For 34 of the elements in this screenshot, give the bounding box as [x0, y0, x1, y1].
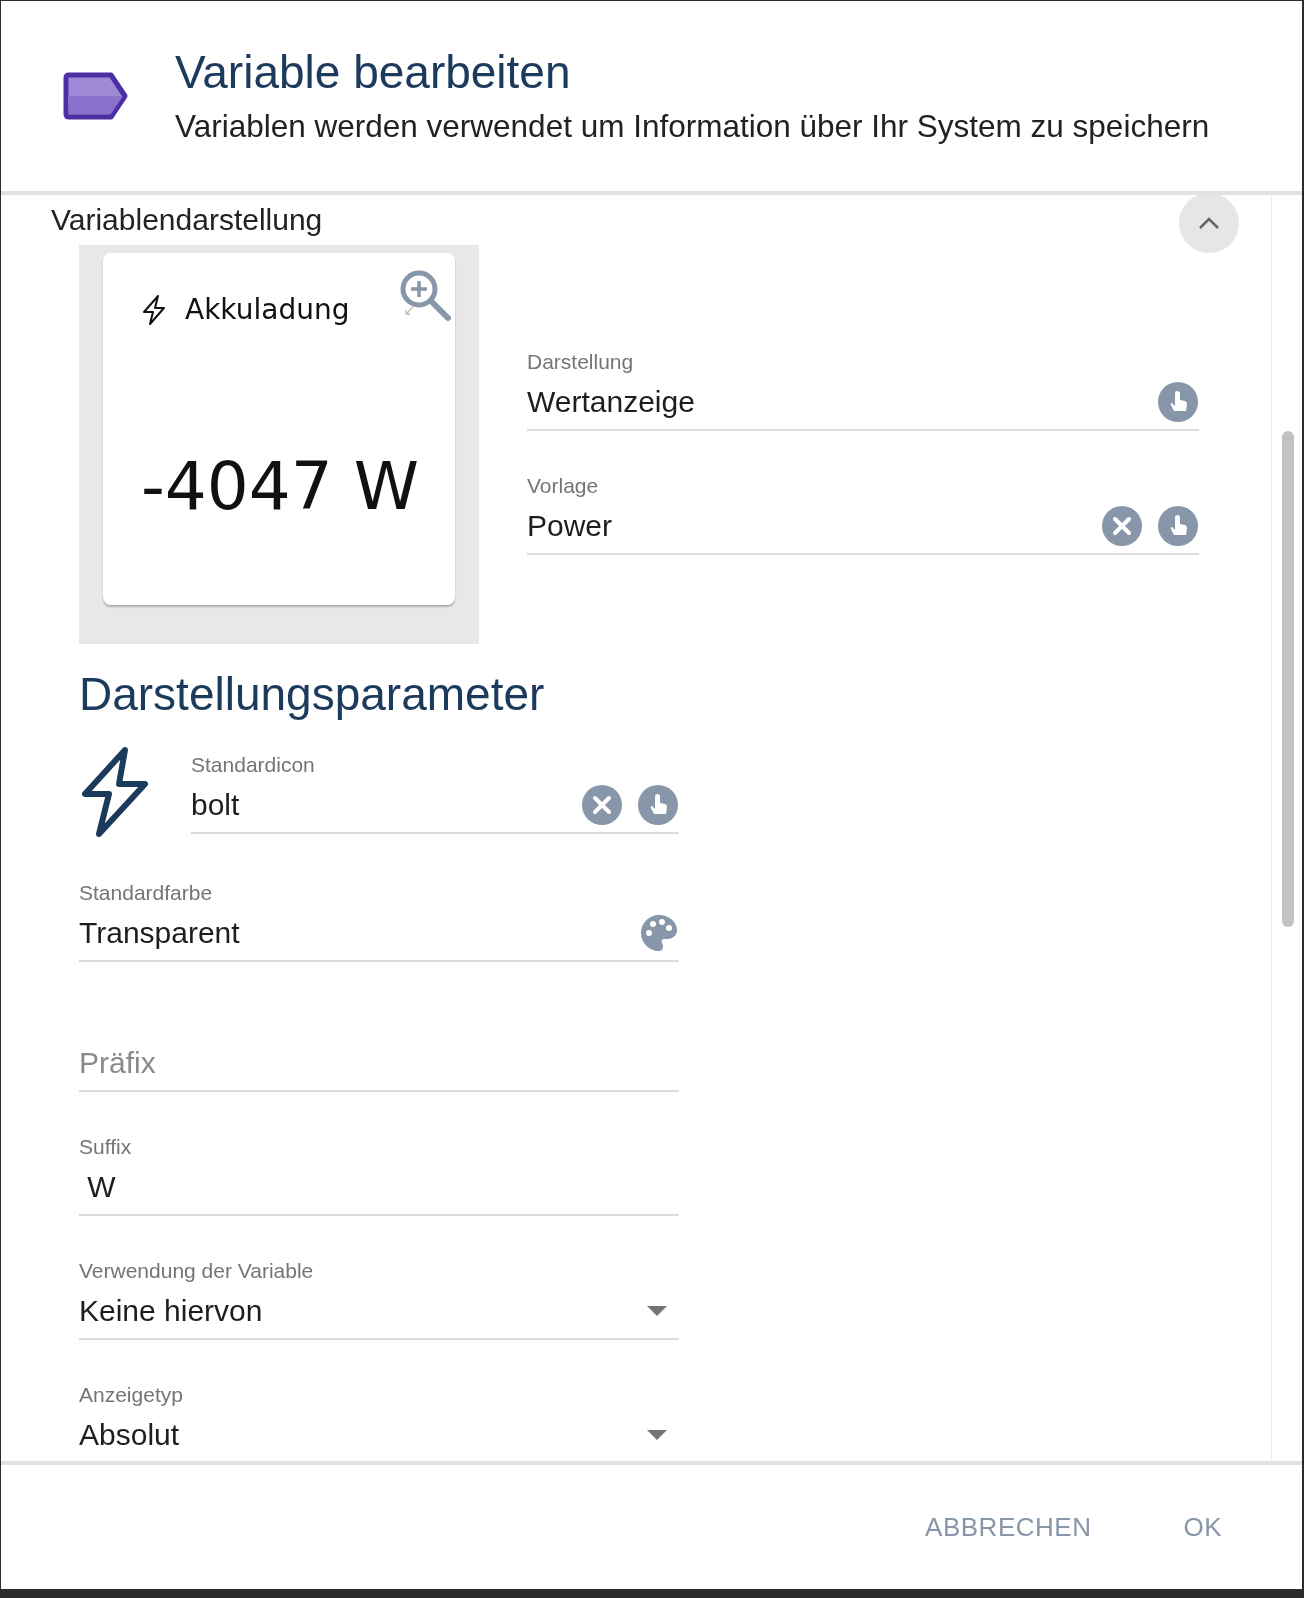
field-label: Standardfarbe — [79, 880, 214, 906]
chevron-icon — [1198, 216, 1220, 230]
section-title: Variablendarstellung — [51, 203, 323, 237]
dialog-title: Variable bearbeiten — [175, 44, 572, 100]
dropdown-field[interactable]: Absolut — [79, 1414, 679, 1461]
palette-icon[interactable] — [639, 913, 679, 953]
dropdown-field[interactable]: Keine hiervon — [79, 1290, 679, 1340]
pointer-icon[interactable] — [637, 784, 679, 826]
caret-icon[interactable] — [647, 1430, 667, 1440]
pointer-icon[interactable] — [1157, 381, 1199, 423]
field-label: Vorlage — [527, 473, 600, 499]
clear-icon[interactable] — [1101, 505, 1143, 547]
field-label: Standardicon — [191, 752, 316, 778]
clear-icon[interactable] — [581, 784, 623, 826]
field-label: Verwendung der Variable — [79, 1258, 315, 1284]
pointer-icon[interactable] — [1157, 505, 1199, 547]
text-field[interactable]: Wertanzeige — [527, 381, 1199, 431]
input-field[interactable]: Präfix — [79, 1036, 679, 1092]
bolt-icon — [141, 293, 167, 326]
collapse-button[interactable] — [1179, 195, 1239, 253]
tag-icon — [63, 72, 129, 120]
dialog-subtitle: Variablen werden verwendet um Information über Ihr System zu speichern — [175, 107, 1210, 147]
field-label: Darstellung — [527, 349, 635, 375]
field-label: Anzeigetyp — [79, 1382, 184, 1408]
bolt-icon — [79, 746, 151, 838]
text-field[interactable]: W — [79, 1166, 679, 1216]
field-label: Suffix — [79, 1134, 133, 1160]
section-heading: Darstellungsparameter — [79, 667, 546, 722]
caret-icon[interactable] — [647, 1306, 667, 1316]
color-field[interactable]: Transparent — [79, 912, 679, 962]
text-field[interactable]: Power — [527, 505, 1199, 555]
card-title: Akkuladung — [185, 293, 350, 326]
card-value: -4047 W — [141, 448, 421, 525]
text-field[interactable]: bolt — [191, 784, 679, 834]
